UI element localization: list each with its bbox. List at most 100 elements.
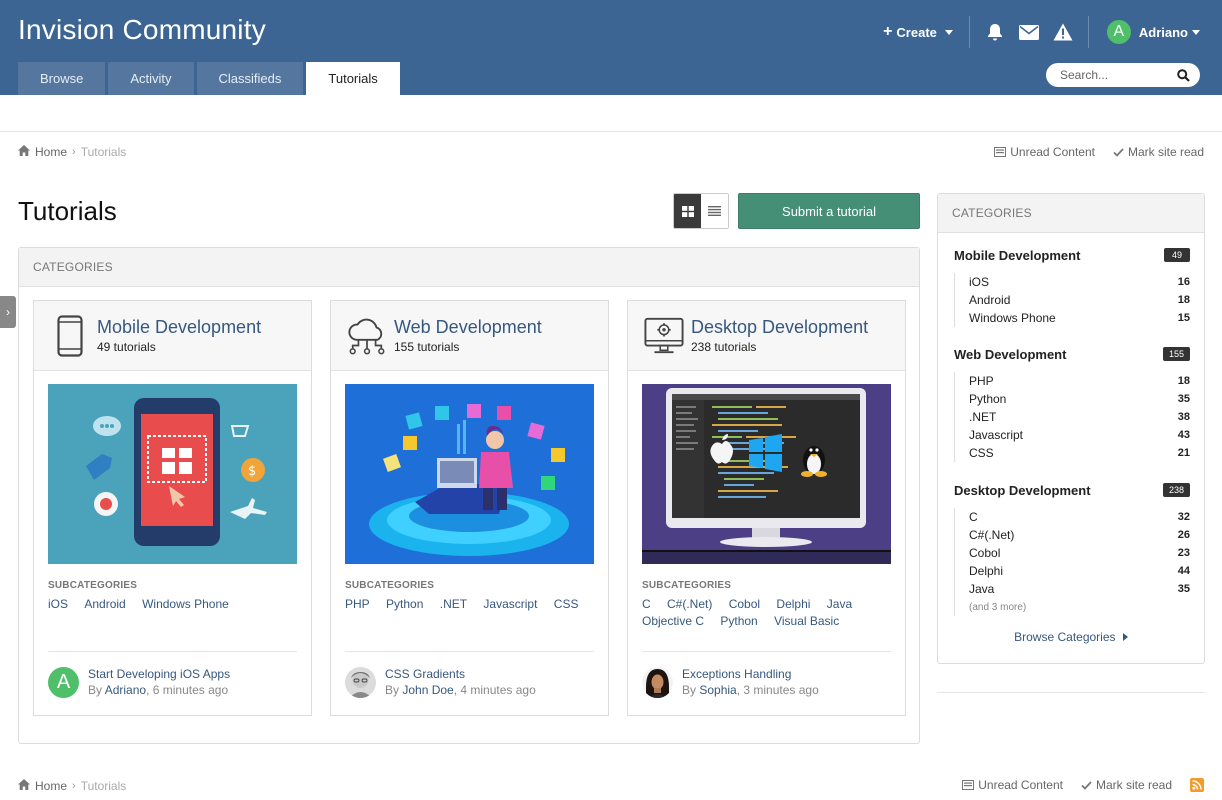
sidebar-subcategory[interactable]: iOS 16 bbox=[969, 273, 1190, 291]
author-link[interactable]: John Doe bbox=[402, 683, 453, 697]
chevron-right-icon: › bbox=[6, 305, 10, 319]
sidebar-subcategory[interactable]: Python 35 bbox=[969, 390, 1190, 408]
latest-tutorial-meta: By Sophia, 3 minutes ago bbox=[682, 683, 819, 697]
create-button[interactable]: + Create bbox=[883, 23, 969, 41]
sidebar-subcategory[interactable]: .NET 38 bbox=[969, 408, 1190, 426]
subcategory-link[interactable]: Android bbox=[84, 596, 125, 613]
subcategory-link[interactable]: Visual Basic bbox=[774, 613, 839, 630]
category-image[interactable]: $ bbox=[48, 384, 297, 564]
subcategory-link[interactable]: Java bbox=[827, 596, 852, 613]
rss-icon[interactable] bbox=[1190, 778, 1204, 792]
latest-tutorial-title[interactable]: Exceptions Handling bbox=[682, 667, 819, 682]
subcategories-label: SUBCATEGORIES bbox=[48, 580, 138, 591]
sidebar-subcategory[interactable]: Java 35 bbox=[969, 580, 1190, 598]
check-icon bbox=[1081, 780, 1092, 790]
search-input[interactable] bbox=[1060, 68, 1170, 82]
author-link[interactable]: Sophia bbox=[699, 683, 736, 697]
list-view-button[interactable] bbox=[701, 194, 728, 228]
subcategory-link[interactable]: .NET bbox=[440, 596, 467, 613]
sidebar-subcategory[interactable]: C 32 bbox=[969, 508, 1190, 526]
subcategory-link[interactable]: C#(.Net) bbox=[667, 596, 712, 613]
home-icon[interactable] bbox=[18, 779, 30, 793]
subcategory-link[interactable]: Python bbox=[386, 596, 423, 613]
sidebar-subcategory[interactable]: Delphi 44 bbox=[969, 562, 1190, 580]
breadcrumb-actions: Unread Content Mark site read bbox=[994, 145, 1204, 159]
sidebar-category-name[interactable]: Desktop Development bbox=[954, 483, 1091, 498]
sidebar-subcategory[interactable]: C#(.Net) 26 bbox=[969, 526, 1190, 544]
sidebar-subcategory[interactable]: CSS 21 bbox=[969, 444, 1190, 462]
breadcrumb-home[interactable]: Home bbox=[35, 145, 67, 159]
home-icon[interactable] bbox=[18, 145, 30, 159]
sidebar-toggle[interactable]: › bbox=[0, 296, 16, 328]
svg-text:$: $ bbox=[248, 464, 256, 479]
tab-tutorials[interactable]: Tutorials bbox=[306, 62, 400, 95]
sidebar-subcategory[interactable]: Android 18 bbox=[969, 291, 1190, 309]
submit-tutorial-button[interactable]: Submit a tutorial bbox=[738, 193, 920, 229]
unread-content-link[interactable]: Unread Content bbox=[994, 145, 1095, 159]
more-subcategories-link[interactable]: (and 3 more) bbox=[969, 598, 1190, 616]
divider bbox=[937, 692, 1205, 693]
breadcrumb: Home › Tutorials bbox=[18, 145, 126, 159]
sidebar-category: Web Development 155 PHP 18 Python 35 .NET 3… bbox=[954, 345, 1190, 462]
subcategory-link[interactable]: Javascript bbox=[483, 596, 537, 613]
mark-site-read-link[interactable]: Mark site read bbox=[1113, 145, 1204, 159]
sidebar-subcategory[interactable]: Cobol 23 bbox=[969, 544, 1190, 562]
card-header: Mobile Development 49 tutorials bbox=[34, 301, 311, 371]
subcategory-link[interactable]: PHP bbox=[345, 596, 370, 613]
divider bbox=[345, 651, 594, 652]
category-image[interactable] bbox=[642, 384, 891, 564]
card-header: Desktop Development 238 tutorials bbox=[628, 301, 905, 371]
subcategory-link[interactable]: CSS bbox=[554, 596, 579, 613]
warning-icon[interactable] bbox=[1046, 23, 1080, 42]
avatar[interactable] bbox=[345, 667, 376, 698]
subcategory-link[interactable]: Python bbox=[720, 613, 757, 630]
user-menu[interactable]: A Adriano bbox=[1089, 20, 1222, 44]
search-icon[interactable] bbox=[1177, 68, 1190, 82]
sidebar-category-name[interactable]: Web Development bbox=[954, 347, 1066, 362]
latest-tutorial-title[interactable]: Start Developing iOS Apps bbox=[88, 667, 230, 682]
mark-site-read-link[interactable]: Mark site read bbox=[1081, 778, 1172, 792]
page-title: Tutorials bbox=[18, 196, 117, 226]
subcategory-link[interactable]: Cobol bbox=[729, 596, 760, 613]
envelope-icon[interactable] bbox=[1012, 23, 1046, 42]
sidebar-subcategory[interactable]: Windows Phone 15 bbox=[969, 309, 1190, 327]
tutorial-count: 155 tutorials bbox=[394, 340, 460, 354]
author-link[interactable]: Adriano bbox=[105, 683, 146, 697]
subcategory-link[interactable]: Windows Phone bbox=[142, 596, 229, 613]
card-title[interactable]: Desktop Development bbox=[691, 317, 868, 338]
create-label: Create bbox=[896, 24, 937, 40]
subcategory-link[interactable]: Delphi bbox=[776, 596, 810, 613]
inbox-icon bbox=[962, 780, 975, 790]
sidebar-categories-widget: CATEGORIES Mobile Development 49 iOS 16 A… bbox=[937, 193, 1205, 664]
unread-content-link[interactable]: Unread Content bbox=[962, 778, 1063, 792]
browse-categories-link[interactable]: Browse Categories bbox=[938, 630, 1204, 644]
tab-browse[interactable]: Browse bbox=[18, 62, 106, 95]
card-header: Web Development 155 tutorials bbox=[331, 301, 608, 371]
footer-breadcrumb: Home › Tutorials bbox=[18, 779, 126, 793]
subcategories-label: SUBCATEGORIES bbox=[642, 580, 732, 591]
user-bar: + Create A Adriano bbox=[883, 12, 1222, 52]
bell-icon[interactable] bbox=[978, 23, 1012, 42]
caret-right-icon bbox=[1122, 633, 1128, 641]
breadcrumb-current: Tutorials bbox=[80, 779, 127, 793]
avatar[interactable] bbox=[642, 667, 673, 698]
breadcrumb-home[interactable]: Home bbox=[35, 779, 67, 793]
subcategory-link[interactable]: Objective C bbox=[642, 613, 704, 630]
latest-tutorial-title[interactable]: CSS Gradients bbox=[385, 667, 536, 682]
sidebar-subcategory[interactable]: PHP 18 bbox=[969, 372, 1190, 390]
site-title[interactable]: Invision Community bbox=[18, 14, 266, 46]
count-badge: 49 bbox=[1164, 248, 1190, 262]
tutorial-count: 49 tutorials bbox=[97, 340, 156, 354]
category-image[interactable] bbox=[345, 384, 594, 564]
subcategory-link[interactable]: C bbox=[642, 596, 651, 613]
grid-view-button[interactable] bbox=[674, 194, 701, 228]
subcategory-link[interactable]: iOS bbox=[48, 596, 68, 613]
tab-classifieds[interactable]: Classifieds bbox=[196, 62, 304, 95]
card-title[interactable]: Mobile Development bbox=[97, 317, 261, 338]
sidebar-subcategory[interactable]: Javascript 43 bbox=[969, 426, 1190, 444]
card-title[interactable]: Web Development bbox=[394, 317, 542, 338]
avatar[interactable]: A bbox=[48, 667, 79, 698]
divider bbox=[642, 651, 891, 652]
sidebar-category-name[interactable]: Mobile Development bbox=[954, 248, 1080, 263]
tab-activity[interactable]: Activity bbox=[108, 62, 194, 95]
